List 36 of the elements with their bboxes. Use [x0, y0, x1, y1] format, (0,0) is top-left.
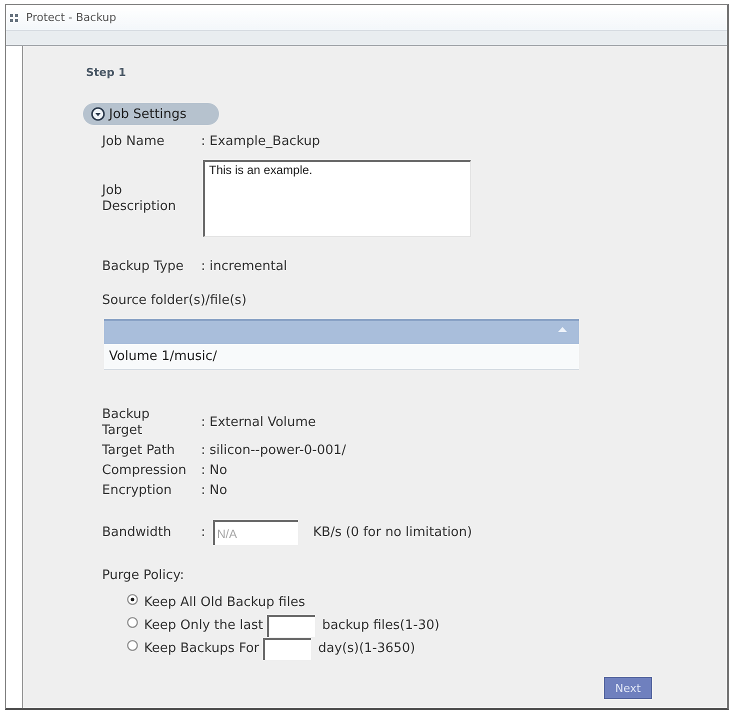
field-value: : No [201, 463, 228, 479]
purge-label: Purge Policy: [102, 568, 184, 584]
section-toggle[interactable]: Job Settings [83, 103, 219, 125]
field-separator: : [201, 524, 206, 540]
bandwidth-field[interactable]: N/A [213, 520, 298, 545]
field-label: Bandwidth [102, 524, 172, 540]
number-field[interactable] [263, 638, 312, 660]
unit-label: KB/s (0 for no limitation) [313, 524, 472, 540]
field-value: : External Volume [201, 415, 316, 431]
field-label: Encryption [102, 483, 173, 499]
caret-up-icon [558, 327, 567, 332]
option-suffix: backup files(1-30) [322, 618, 440, 633]
field-label: Job Description [102, 182, 178, 214]
field-label: Job Name [102, 134, 166, 150]
number-field[interactable] [267, 614, 316, 636]
field-label: Compression [102, 463, 188, 479]
option-label: Keep Backups For [144, 641, 260, 656]
option-label: Keep All Old Backup files [144, 595, 306, 610]
step-title: Step 1 [86, 66, 126, 80]
field-label: Target Path [102, 443, 176, 459]
source-label: Source folder(s)/file(s) [102, 293, 247, 309]
radio-button[interactable] [127, 640, 138, 651]
field-value: : No [201, 483, 228, 499]
radio-button[interactable] [127, 594, 138, 605]
option-suffix: day(s)(1-3650) [318, 641, 416, 656]
field-value: : silicon--power-0-001/ [201, 443, 346, 459]
radio-button[interactable] [127, 617, 138, 628]
field-label: Backup Target [102, 407, 151, 439]
option-label: Keep Only the last [144, 618, 264, 633]
field-value: : Example_Backup [201, 134, 320, 150]
description-field[interactable]: This is an example. [203, 160, 471, 237]
window-title: Protect - Backup [26, 11, 116, 24]
list-item[interactable]: Volume 1/music/ [104, 344, 579, 369]
grid-icon [10, 14, 18, 22]
field-value: : incremental [201, 259, 288, 275]
field-label: Backup Type [102, 259, 185, 275]
